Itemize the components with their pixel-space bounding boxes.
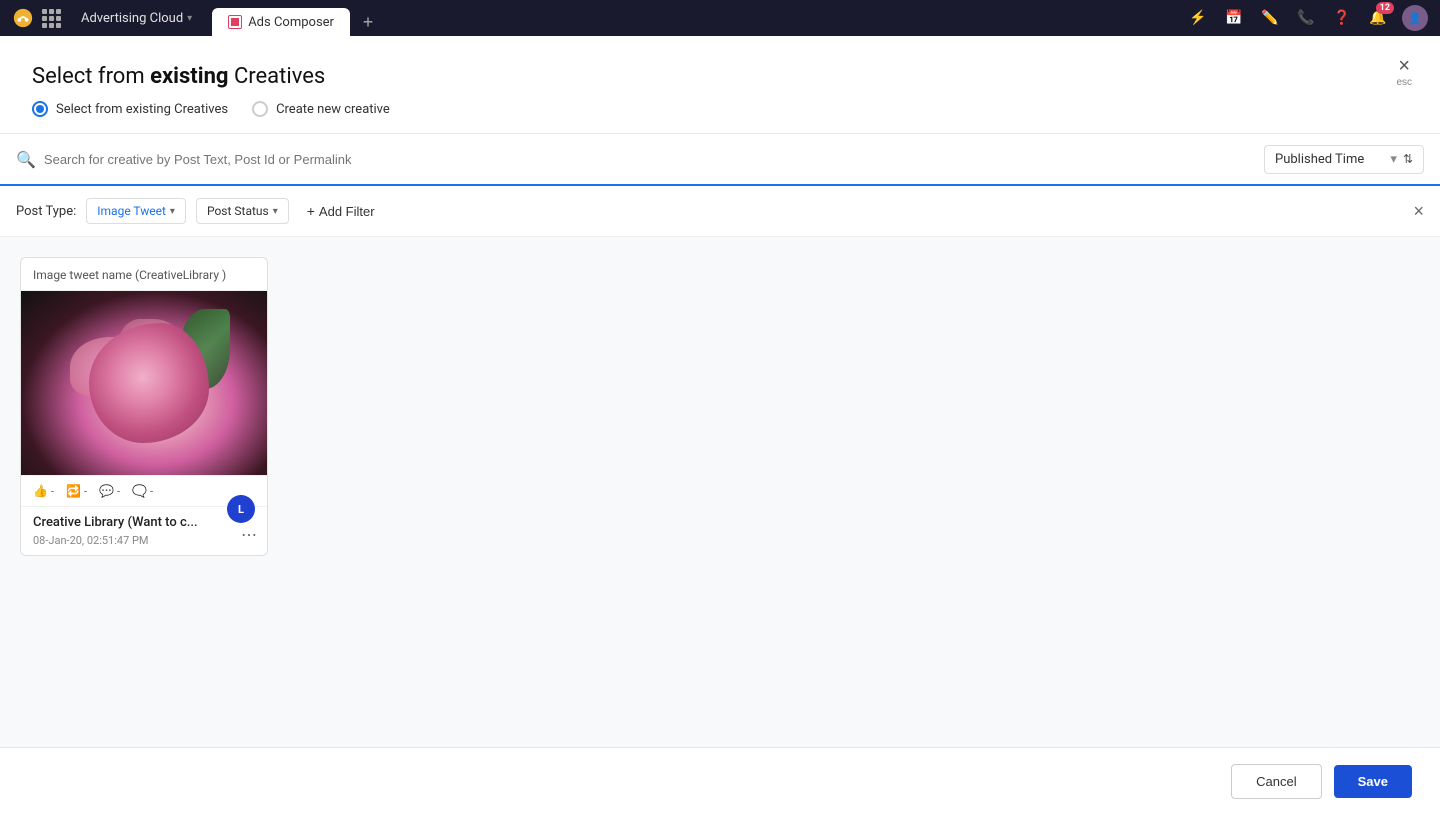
like-icon: 👍: [33, 484, 48, 498]
card-date: 08-Jan-20, 02:51:47 PM: [33, 534, 255, 547]
radio-new: [252, 101, 268, 117]
filter-bar: Post Type: Image Tweet ▾ Post Status ▾ +…: [0, 186, 1440, 237]
search-input[interactable]: [44, 152, 1256, 167]
radio-existing: [32, 101, 48, 117]
rose-background: [21, 291, 267, 475]
close-button[interactable]: × esc: [1396, 56, 1412, 88]
help-icon[interactable]: ❓: [1330, 6, 1354, 30]
filter-clear-button[interactable]: ×: [1413, 201, 1424, 222]
app-name[interactable]: Advertising Cloud ▾: [73, 11, 200, 26]
creatives-grid: Image tweet name (CreativeLibrary ) 👍 -: [20, 257, 1420, 556]
like-stat: 👍 -: [33, 484, 54, 498]
sort-dropdown[interactable]: Published Time ▾ ⇅: [1264, 145, 1424, 174]
post-status-filter[interactable]: Post Status ▾: [196, 198, 289, 224]
retweet-icon: 🔁: [66, 484, 81, 498]
main-content: Select from existing Creatives Select fr…: [0, 36, 1440, 815]
search-icon: 🔍: [16, 150, 36, 169]
phone-icon[interactable]: 📞: [1294, 6, 1318, 30]
add-filter-button[interactable]: + Add Filter: [299, 198, 383, 224]
filter-chevron-icon: ▾: [170, 206, 175, 217]
card-menu-button[interactable]: ⋯: [241, 525, 257, 545]
status-chevron-icon: ▾: [273, 206, 278, 217]
plus-icon: +: [307, 203, 315, 219]
radio-inner: [36, 105, 44, 113]
card-badge: L: [227, 495, 255, 523]
ads-composer-tab[interactable]: Ads Composer: [212, 8, 350, 36]
comment-icon: 💬: [99, 484, 114, 498]
top-nav: Advertising Cloud ▾ Ads Composer + ⚡ 📅 ✏…: [0, 0, 1440, 36]
add-tab-button[interactable]: +: [354, 8, 382, 36]
sort-icon: ⇅: [1403, 152, 1413, 166]
search-bar: 🔍 Published Time ▾ ⇅: [0, 134, 1440, 186]
dialog-footer: Cancel Save: [0, 747, 1440, 815]
cancel-button[interactable]: Cancel: [1231, 764, 1321, 799]
lightning-icon[interactable]: ⚡: [1186, 6, 1210, 30]
dialog-header: Select from existing Creatives Select fr…: [0, 36, 1440, 134]
chevron-down-icon: ▾: [1390, 152, 1397, 167]
avatar[interactable]: 👤: [1402, 5, 1428, 31]
card-footer: L Creative Library (Want to c... 08-Jan-…: [21, 506, 267, 555]
post-type-filter[interactable]: Image Tweet ▾: [86, 198, 186, 224]
grid-icon[interactable]: [42, 9, 61, 28]
edit-icon[interactable]: ✏️: [1258, 6, 1282, 30]
calendar-icon[interactable]: 📅: [1222, 6, 1246, 30]
mention-icon: 🗨️: [132, 484, 147, 498]
retweet-stat: 🔁 -: [66, 484, 87, 498]
option-existing[interactable]: Select from existing Creatives: [32, 101, 228, 117]
card-title: Image tweet name (CreativeLibrary ): [21, 258, 267, 291]
option-new[interactable]: Create new creative: [252, 101, 390, 117]
dialog-options: Select from existing Creatives Create ne…: [32, 101, 1408, 117]
card-name: Creative Library (Want to c...: [33, 515, 255, 530]
notifications-icon[interactable]: 🔔 12: [1366, 6, 1390, 30]
save-button[interactable]: Save: [1334, 765, 1412, 798]
logo-icon: [12, 7, 34, 29]
nav-logo: [12, 7, 34, 29]
comment-stat: 💬 -: [99, 484, 120, 498]
content-area: Image tweet name (CreativeLibrary ) 👍 -: [0, 237, 1440, 747]
creative-card[interactable]: Image tweet name (CreativeLibrary ) 👍 -: [20, 257, 268, 556]
notification-badge: 12: [1376, 2, 1394, 14]
card-image: [21, 291, 267, 475]
dialog-title: Select from existing Creatives: [32, 64, 1408, 89]
nav-right: ⚡ 📅 ✏️ 📞 ❓ 🔔 12 👤: [1186, 5, 1428, 31]
nav-tabs: Ads Composer +: [212, 0, 1178, 36]
post-type-label: Post Type:: [16, 204, 76, 219]
tab-icon: [228, 15, 242, 29]
mention-stat: 🗨️ -: [132, 484, 153, 498]
